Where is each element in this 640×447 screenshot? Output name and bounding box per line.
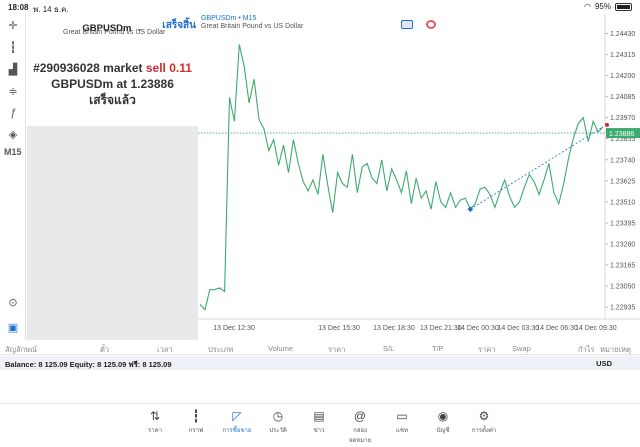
y-tick-label: 1.23395 [610,220,635,227]
balance-text: Balance: 8 125.09 Equity: 8 125.09 ฟรี: … [5,360,172,369]
col-current-price: ราคา [478,345,496,354]
tab-history[interactable]: ◷ ประวัติ [260,409,296,435]
order-line-2: GBPUSDm at 1.23886 [27,76,198,92]
balance-currency: USD [596,359,612,368]
quotes-icon: ⇅ [149,409,161,423]
battery-percent: 95% [594,2,611,11]
tab-settings[interactable]: ⚙ การตั้งค่า [466,409,502,435]
y-tick-label: 1.23740 [610,157,635,164]
col-swap: Swap [512,344,531,353]
tab-quotes[interactable]: ⇅ ราคา [137,409,173,435]
price-series-line [199,44,604,311]
tab-label: บัญชี [436,428,450,434]
order-symbol: GBPUSDm at [51,77,128,91]
tab-mailbox[interactable]: @ กล่องจดหมาย [342,409,378,445]
history-icon: ◷ [272,409,284,423]
col-type: ประเภท [208,345,234,354]
tab-label: ราคา [148,428,162,434]
trade-icon: ◸ [232,409,242,423]
mailbox-icon: @ [353,409,367,423]
indicators-icon[interactable]: ≑ [5,83,21,99]
order-ticket: #290936028 market [33,61,143,75]
y-tick-label: 1.24200 [610,73,635,80]
status-time: 18:08 [8,3,29,12]
objects-icon[interactable]: ◈ [5,126,21,142]
y-tick-label: 1.24315 [610,52,635,59]
col-profit: กำไร [578,345,595,354]
order-action: sell 0.11 [145,61,192,75]
bar-chart-icon[interactable]: ▟ [5,61,21,77]
tab-news[interactable]: ▤ ข่าว [301,409,337,435]
col-sl: S/L [383,344,395,353]
x-tick-label: 14 Dec 06:30 [536,325,578,332]
x-tick-label: 14 Dec 09:30 [575,325,617,332]
trade-panel-backdrop [27,126,198,340]
tab-label: ประวัติ [269,428,287,434]
y-tick-label: 1.23510 [610,199,635,206]
tab-label: กล่องจดหมาย [348,428,372,444]
current-price-label: 1.23886 [609,131,634,138]
crosshair-icon[interactable]: ✛ [5,17,21,33]
done-button[interactable]: เสร็จสิ้น [162,18,196,33]
status-bar: 18:08 พ. 14 ธ.ค. ◠ 95% [0,0,640,14]
col-symbol: สัญลักษณ์ [5,345,38,354]
x-tick-label: 14 Dec 03:30 [497,325,539,332]
col-price: ราคา [328,345,346,354]
function-icon[interactable]: ƒ [5,105,21,121]
battery-icon [615,2,632,11]
exit-marker [605,122,609,127]
news-icon: ▤ [313,409,325,423]
chart-toolbar: ✛ ┇ ▟ ≑ ƒ ◈ M15 ⊙ ▣ [0,14,26,340]
x-tick-label: 14 Dec 00:30 [457,325,499,332]
y-tick-label: 1.23050 [610,284,635,291]
order-result-text: #290936028 market sell 0.11 GBPUSDm at 1… [27,60,198,108]
tab-label: ข่าว [313,428,325,434]
tab-label: กราฟ [188,428,204,434]
x-tick-label: 13 Dec 15:30 [318,325,360,332]
chart-canvas[interactable]: 1.24430 1.24315 1.24200 1.24085 1.23970 1.238… [198,14,640,340]
order-status: เสร็จแล้ว [89,93,136,107]
order-line-1: #290936028 market sell 0.11 [27,60,198,76]
symbol-description: Great Britain Pound vs US Dollar [63,29,166,36]
y-tick-label: 1.23625 [610,178,635,185]
balance-row: Balance: 8 125.09 Equity: 8 125.09 ฟรี: … [0,356,640,370]
account-icon: ◉ [437,409,449,423]
col-time: เวลา [157,345,173,354]
bottom-tab-bar: ⇅ ราคา ┇ กราฟ ◸ การซื้อขาย ◷ ประวัติ ▤ ข… [0,403,640,447]
one-click-trade-icon[interactable]: ▣ [5,319,21,335]
status-right: ◠ 95% [584,2,632,11]
tab-label: แชท [396,428,408,434]
tab-chat[interactable]: ▭ แชท [384,409,420,435]
x-tick-label: 13 Dec 18:30 [373,325,415,332]
chat-icon: ▭ [396,409,408,423]
price-chart[interactable]: GBPUSDm • M15 Great Britain Pound vs US … [198,14,640,340]
trade-result-panel: GBPUSDm ⌄ Great Britain Pound vs US Doll… [27,14,198,126]
col-ticket: ตั๋ว [100,345,110,354]
tab-account[interactable]: ◉ บัญชี [425,409,461,435]
tab-trade[interactable]: ◸ การซื้อขาย [219,409,255,435]
x-tick-label: 13 Dec 21:30 [420,325,462,332]
col-tp: T/P [432,344,444,353]
order-price: 1.23886 [130,77,174,91]
y-tick-label: 1.24085 [610,94,635,101]
search-chart-icon[interactable]: ⊙ [5,294,21,310]
x-tick-label: 13 Dec 12:30 [213,325,255,332]
wifi-icon: ◠ [584,2,591,11]
settings-icon: ⚙ [478,409,490,423]
col-volume: Volume [268,344,294,353]
tab-label: การตั้งค่า [471,428,497,434]
col-comment: หมายเหตุ [600,345,631,354]
tab-label: การซื้อขาย [222,428,252,434]
y-tick-label: 1.23280 [610,241,635,248]
y-tick-label: 1.23970 [610,115,635,122]
y-tick-label: 1.23165 [610,263,635,270]
y-tick-label: 1.22935 [610,305,635,312]
timeframe-button[interactable]: M15 [4,147,22,157]
y-tick-label: 1.24430 [610,31,635,38]
candles-icon[interactable]: ┇ [5,39,21,55]
chart-icon: ┇ [192,409,200,423]
positions-header: สัญลักษณ์ ตั๋ว เวลา ประเภท Volume ราคา S… [0,341,640,355]
trade-link-line [470,126,604,210]
tab-chart[interactable]: ┇ กราฟ [178,409,214,435]
